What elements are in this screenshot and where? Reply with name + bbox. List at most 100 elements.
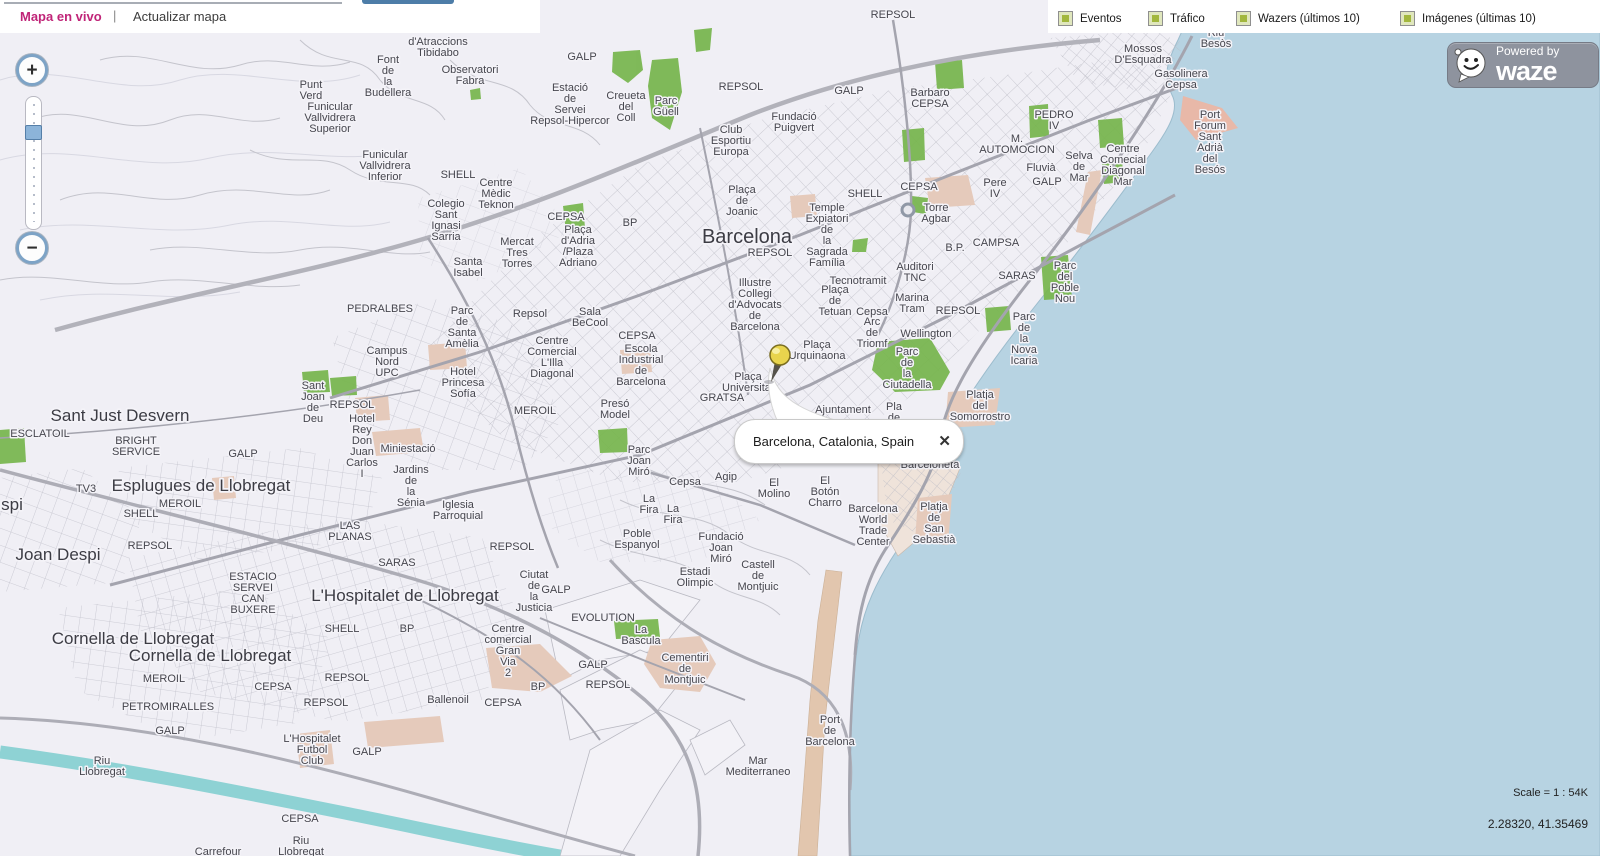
map-label: SARAS <box>998 270 1035 282</box>
checkbox-checked-mark <box>1152 15 1159 22</box>
map-label: BP <box>531 681 546 693</box>
map-label: Sant Just Desvern <box>51 406 190 425</box>
map-label: Parc Joan Miró <box>627 444 651 478</box>
checkbox-wazers-ultimos-10[interactable] <box>1236 11 1251 26</box>
scale-indicator: Scale = 1 : 54K <box>1513 787 1588 799</box>
layer-toggle-imagenes-ultimas-10: Imágenes (últimas 10) <box>1400 11 1536 26</box>
waze-badge[interactable]: Powered by waze <box>1447 42 1599 88</box>
waze-icon <box>1454 48 1486 83</box>
map-label: CEPSA <box>547 211 585 223</box>
map-label: GALP <box>155 725 184 737</box>
map-label: MEROIL <box>514 405 556 417</box>
map-label: Estadi Olimpic <box>677 566 714 589</box>
map-label: REPSOL <box>936 305 981 317</box>
map-label: Repsol <box>513 308 547 320</box>
refresh-map-link[interactable]: Actualizar mapa <box>133 9 226 24</box>
map-label: EVOLUTION <box>571 612 635 624</box>
map-label: ESCLATOIL <box>10 428 70 440</box>
map-label: Agip <box>715 471 737 483</box>
map-label: BP <box>400 623 415 635</box>
map-label: BP <box>623 217 638 229</box>
map-label: B.P. <box>945 242 964 254</box>
map-label: CEPSA <box>484 697 522 709</box>
map-label: REPSOL <box>330 399 375 411</box>
layer-toggle-trafico: Tráfico <box>1148 11 1205 26</box>
map-label: GALP <box>567 51 596 63</box>
map-label: Esplugues de Llobregat <box>112 476 291 495</box>
map-label: L'Hospitalet de Llobregat <box>311 586 499 605</box>
map-label: MEROIL <box>143 673 185 685</box>
map-label: Funicular Vallvidrera Superior <box>304 101 356 135</box>
map-label: PETROMIRALLES <box>122 701 214 713</box>
map-label: Centre Mèdic Teknon <box>478 177 513 211</box>
map-label: REPSOL <box>871 9 916 21</box>
checkbox-checked-mark <box>1404 15 1411 22</box>
map-label: Santa Isabel <box>453 256 483 279</box>
map-label: GALP <box>541 584 570 596</box>
zoom-in-button[interactable]: + <box>16 54 48 86</box>
map-label: Barbaro CEPSA <box>910 87 949 110</box>
layer-label-trafico: Tráfico <box>1170 12 1205 25</box>
map-label: Colegio Sant Ignasi Sarria <box>427 198 464 243</box>
cursor-coordinates: 2.28320, 41.35469 <box>1487 817 1588 831</box>
map-label: Cepsa <box>669 476 702 488</box>
map-label: REPSOL <box>304 697 349 709</box>
header-right: Eventos Tráfico Wazers (últimos 10) Imágene… <box>1048 0 1600 33</box>
map-label: CEPSA <box>900 181 938 193</box>
layer-toggle-wazers-ultimos-10: Wazers (últimos 10) <box>1236 11 1360 26</box>
zoom-slider-ticks <box>32 104 35 222</box>
map-label: GALP <box>834 85 863 97</box>
map-label: REPSOL <box>748 247 793 259</box>
layer-label-eventos: Eventos <box>1080 12 1122 25</box>
map-label: Carrefour <box>195 846 242 856</box>
map-label: Ajuntament <box>815 404 871 416</box>
popup-close-button[interactable]: ✕ <box>938 433 951 448</box>
map-label: SHELL <box>848 188 883 200</box>
map-label: Punt Verd <box>300 79 323 102</box>
map-label: REPSOL <box>719 81 764 93</box>
map-label: REPSOL <box>325 672 370 684</box>
checkbox-eventos[interactable] <box>1058 11 1073 26</box>
map-label: Barcelona <box>702 226 793 248</box>
map-label: Port Forum Sant Adrià del Besós <box>1194 109 1226 176</box>
zoom-slider-handle[interactable] <box>25 125 42 140</box>
map-label: Sant Joan de Deu <box>301 380 325 425</box>
map-label: GALP <box>1032 176 1061 188</box>
map-label: CEPSA <box>618 330 656 342</box>
map-label: Plaça d'Adria/Plaza Adriano <box>559 224 597 269</box>
map-label: spi <box>1 495 23 514</box>
popup-location-text: Barcelona, Catalonia, Spain <box>753 434 915 449</box>
map-label: Miniestació <box>380 443 435 455</box>
map-label: SHELL <box>325 623 360 635</box>
map-label: ESTACIO SERVEI CAN BUXERE <box>229 571 277 616</box>
zoom-slider-track[interactable] <box>25 96 42 230</box>
map-label: GALP <box>578 659 607 671</box>
map-label: GALP <box>228 448 257 460</box>
map-label: REPSOL <box>586 679 631 691</box>
header-separator: | <box>113 8 117 23</box>
layer-toggle-eventos: Eventos <box>1058 11 1122 26</box>
map-label: Torre Agbar <box>921 202 951 225</box>
map-label: BRIGHT SERVICE <box>112 435 160 458</box>
map-label: SHELL <box>441 169 476 181</box>
map-label: Ballenoil <box>427 694 469 706</box>
map-label: SARAS <box>378 557 415 569</box>
live-map-app: REPSOL d'Atraccions Tibidabo Font de la Budell… <box>0 0 1600 856</box>
checkbox-checked-mark <box>1062 15 1069 22</box>
map-label: GALP <box>352 746 381 758</box>
layer-label-imagenes-ultimas-10: Imágenes (últimas 10) <box>1422 12 1536 25</box>
map-label: CAMPSA <box>973 237 1020 249</box>
map-label: Cornella de Llobregat <box>129 646 292 665</box>
search-button-remnant[interactable] <box>362 0 454 4</box>
location-popup: Barcelona, Catalonia, Spain ✕ <box>734 419 964 464</box>
search-input-remnant[interactable] <box>4 0 342 4</box>
torre-agbar-marker <box>900 202 916 218</box>
checkbox-trafico[interactable] <box>1148 11 1163 26</box>
map-label: PEDRALBES <box>347 303 413 315</box>
map-label: Joan Despi <box>15 545 100 564</box>
map-label: Fundació Puigvert <box>771 111 816 134</box>
layer-label-wazers-ultimos-10: Wazers (últimos 10) <box>1258 12 1360 25</box>
zoom-out-button[interactable]: − <box>16 232 48 264</box>
tab-live-map[interactable]: Mapa en vivo <box>20 9 102 24</box>
checkbox-imagenes-ultimas-10[interactable] <box>1400 11 1415 26</box>
